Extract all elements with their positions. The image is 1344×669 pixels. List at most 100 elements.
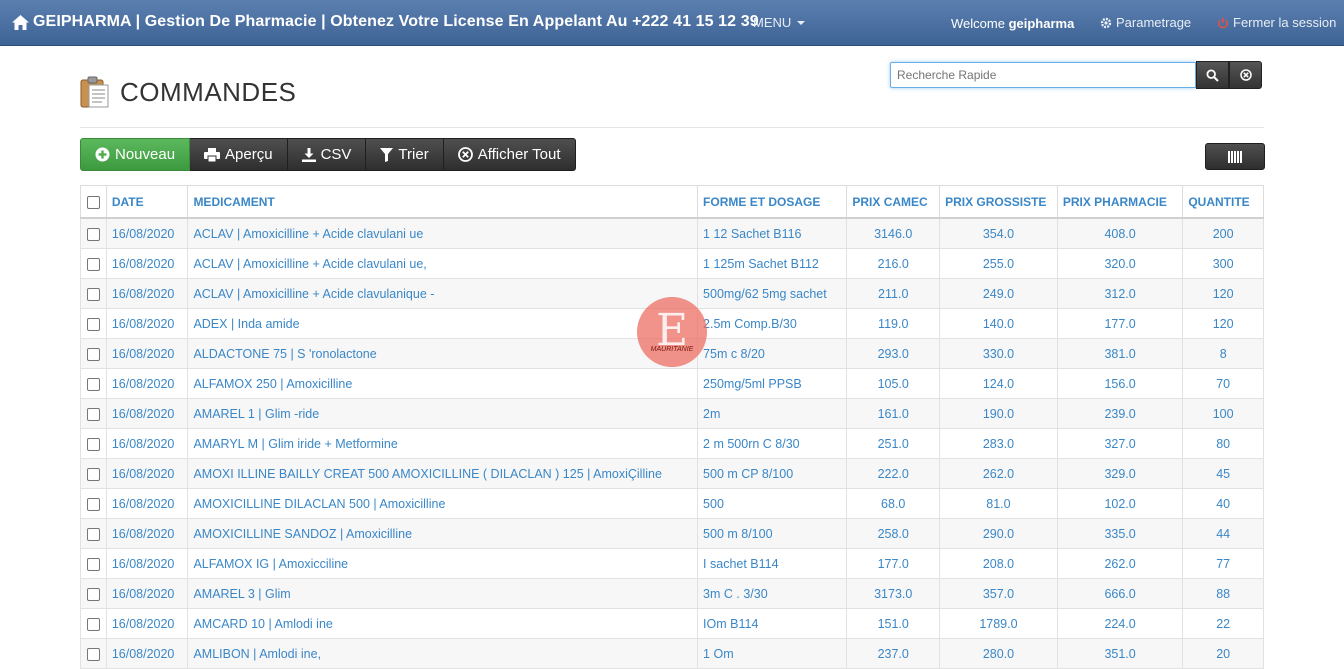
row-checkbox[interactable] — [86, 257, 100, 271]
cell-prix-camec[interactable]: 258.0 — [846, 518, 941, 549]
cell-quantite[interactable]: 8 — [1182, 338, 1264, 369]
cell-prix-pharmacie[interactable]: 239.0 — [1056, 398, 1184, 429]
cell-medicament[interactable]: ALFAMOX IG | Amoxicciline — [187, 548, 699, 579]
cell-prix-camec[interactable]: 222.0 — [846, 458, 941, 489]
column-header-quantite[interactable]: QUANTITE — [1182, 185, 1264, 219]
cell-medicament[interactable]: ALDACTONE 75 | S 'ronolactone — [187, 338, 699, 369]
cell-prix-pharmacie[interactable]: 666.0 — [1056, 578, 1184, 609]
sort-button[interactable]: Trier — [366, 138, 444, 171]
cell-prix-pharmacie[interactable]: 177.0 — [1056, 308, 1184, 339]
cell-quantite[interactable]: 80 — [1182, 428, 1264, 459]
cell-prix-grossiste[interactable]: 290.0 — [939, 518, 1058, 549]
cell-prix-grossiste[interactable]: 280.0 — [939, 638, 1058, 669]
cell-medicament[interactable]: AMOXICILLINE SANDOZ | Amoxicilline — [187, 518, 699, 549]
table-row[interactable]: 16/08/2020 AMARYL M | Glim iride + Metfor… — [80, 428, 1264, 459]
cell-prix-pharmacie[interactable]: 329.0 — [1056, 458, 1184, 489]
table-row[interactable]: 16/08/2020 AMLIBON | Amlodi ine, 1 Om 237.0… — [80, 638, 1264, 669]
cell-quantite[interactable]: 120 — [1182, 278, 1264, 309]
row-checkbox[interactable] — [86, 647, 100, 661]
table-row[interactable]: 16/08/2020 ALFAMOX 250 | Amoxicilline 250m… — [80, 368, 1264, 399]
cell-prix-camec[interactable]: 3146.0 — [846, 217, 941, 249]
cell-medicament[interactable]: ACLAV | Amoxicilline + Acide clavulani u… — [187, 217, 699, 249]
menu-dropdown[interactable]: MENU — [753, 15, 806, 30]
cell-forme[interactable]: I sachet B114 — [697, 548, 848, 579]
cell-date[interactable]: 16/08/2020 — [105, 488, 189, 519]
cell-quantite[interactable]: 40 — [1182, 488, 1264, 519]
table-row[interactable]: 16/08/2020 AMOXICILLINE DILACLAN 500 | Am… — [80, 488, 1264, 519]
cell-date[interactable]: 16/08/2020 — [105, 217, 189, 249]
cell-date[interactable]: 16/08/2020 — [105, 338, 189, 369]
cell-prix-pharmacie[interactable]: 408.0 — [1056, 217, 1184, 249]
cell-prix-camec[interactable]: 151.0 — [846, 608, 941, 639]
show-all-button[interactable]: Afficher Tout — [443, 138, 576, 171]
row-checkbox[interactable] — [86, 437, 100, 451]
cell-prix-grossiste[interactable]: 255.0 — [939, 248, 1058, 279]
cell-forme[interactable]: IOm B114 — [697, 608, 848, 639]
search-button[interactable] — [1196, 61, 1229, 89]
cell-date[interactable]: 16/08/2020 — [105, 608, 189, 639]
cell-prix-pharmacie[interactable]: 327.0 — [1056, 428, 1184, 459]
cell-prix-grossiste[interactable]: 1789.0 — [939, 608, 1058, 639]
cell-quantite[interactable]: 45 — [1182, 458, 1264, 489]
column-header-forme[interactable]: FORME ET DOSAGE — [697, 185, 848, 219]
cell-forme[interactable]: 2 m 500rn C 8/30 — [697, 428, 848, 459]
cell-date[interactable]: 16/08/2020 — [105, 518, 189, 549]
cell-prix-pharmacie[interactable]: 156.0 — [1056, 368, 1184, 399]
cell-date[interactable]: 16/08/2020 — [105, 428, 189, 459]
cell-prix-camec[interactable]: 293.0 — [846, 338, 941, 369]
cell-prix-camec[interactable]: 161.0 — [846, 398, 941, 429]
cell-forme[interactable]: 250mg/5ml PPSB — [697, 368, 848, 399]
csv-button[interactable]: CSV — [287, 138, 367, 171]
cell-medicament[interactable]: ACLAV | Amoxicilline + Acide clavulaniqu… — [187, 278, 699, 309]
row-checkbox[interactable] — [86, 587, 100, 601]
cell-prix-pharmacie[interactable]: 351.0 — [1056, 638, 1184, 669]
cell-prix-grossiste[interactable]: 140.0 — [939, 308, 1058, 339]
column-header-prix-grossiste[interactable]: PRIX GROSSISTE — [939, 185, 1058, 219]
cell-prix-grossiste[interactable]: 208.0 — [939, 548, 1058, 579]
cell-prix-camec[interactable]: 119.0 — [846, 308, 941, 339]
cell-medicament[interactable]: AMAREL 1 | Glim -ride — [187, 398, 699, 429]
table-row[interactable]: 16/08/2020 AMCARD 10 | Amlodi ine IOm B114… — [80, 608, 1264, 639]
cell-date[interactable]: 16/08/2020 — [105, 638, 189, 669]
brand-link[interactable]: GEIPHARMA | Gestion De Pharmacie | Obten… — [12, 13, 759, 31]
cell-medicament[interactable]: AMCARD 10 | Amlodi ine — [187, 608, 699, 639]
cell-prix-grossiste[interactable]: 330.0 — [939, 338, 1058, 369]
cell-date[interactable]: 16/08/2020 — [105, 548, 189, 579]
cell-prix-pharmacie[interactable]: 262.0 — [1056, 548, 1184, 579]
cell-date[interactable]: 16/08/2020 — [105, 578, 189, 609]
cell-prix-pharmacie[interactable]: 224.0 — [1056, 608, 1184, 639]
column-header-medicament[interactable]: MEDICAMENT — [187, 185, 699, 219]
cell-prix-pharmacie[interactable]: 381.0 — [1056, 338, 1184, 369]
cell-quantite[interactable]: 77 — [1182, 548, 1264, 579]
cell-medicament[interactable]: AMAREL 3 | Glim — [187, 578, 699, 609]
table-row[interactable]: 16/08/2020 AMOXICILLINE SANDOZ | Amoxicil… — [80, 518, 1264, 549]
cell-forme[interactable]: 2m — [697, 398, 848, 429]
cell-prix-grossiste[interactable]: 283.0 — [939, 428, 1058, 459]
cell-prix-camec[interactable]: 3173.0 — [846, 578, 941, 609]
cell-date[interactable]: 16/08/2020 — [105, 278, 189, 309]
cell-medicament[interactable]: ACLAV | Amoxicilline + Acide clavulani u… — [187, 248, 699, 279]
search-input[interactable] — [890, 62, 1196, 88]
cell-prix-camec[interactable]: 105.0 — [846, 368, 941, 399]
cell-date[interactable]: 16/08/2020 — [105, 458, 189, 489]
cell-prix-pharmacie[interactable]: 312.0 — [1056, 278, 1184, 309]
row-checkbox[interactable] — [86, 287, 100, 301]
cell-medicament[interactable]: AMOXI ILLINE BAILLY CREAT 500 AMOXICILLI… — [187, 458, 699, 489]
table-row[interactable]: 16/08/2020 AMAREL 1 | Glim -ride 2m 161.0 19… — [80, 398, 1264, 429]
table-row[interactable]: 16/08/2020 AMOXI ILLINE BAILLY CREAT 500 … — [80, 458, 1264, 489]
column-header-prix-camec[interactable]: PRIX CAMEC — [846, 185, 941, 219]
row-checkbox[interactable] — [86, 557, 100, 571]
cell-prix-pharmacie[interactable]: 102.0 — [1056, 488, 1184, 519]
cell-forme[interactable]: 1 Om — [697, 638, 848, 669]
cell-prix-grossiste[interactable]: 357.0 — [939, 578, 1058, 609]
cell-prix-camec[interactable]: 211.0 — [846, 278, 941, 309]
new-button[interactable]: Nouveau — [80, 138, 191, 171]
cell-medicament[interactable]: ADEX | Inda amide — [187, 308, 699, 339]
cell-date[interactable]: 16/08/2020 — [105, 248, 189, 279]
cell-date[interactable]: 16/08/2020 — [105, 368, 189, 399]
columns-button[interactable] — [1205, 143, 1265, 170]
cell-forme[interactable]: 500mg/62 5mg sachet — [697, 278, 848, 309]
cell-forme[interactable]: 500 — [697, 488, 848, 519]
cell-forme[interactable]: 1 12 Sachet B116 — [697, 217, 848, 249]
cell-prix-camec[interactable]: 216.0 — [846, 248, 941, 279]
